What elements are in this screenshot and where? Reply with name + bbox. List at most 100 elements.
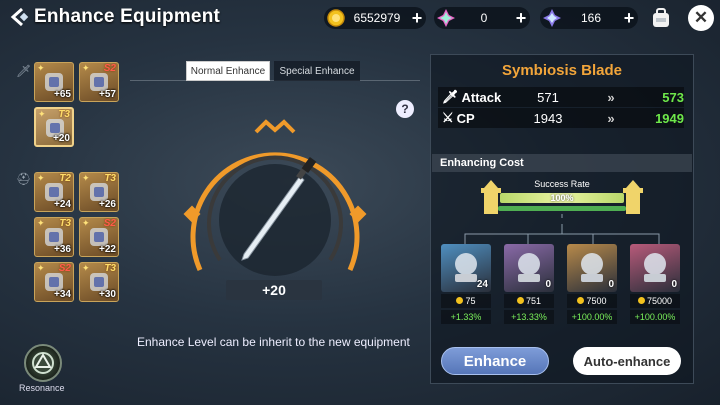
tier-badge: S2 (103, 63, 116, 74)
armor-slot[interactable]: ✦ T3 +30 (79, 262, 119, 302)
tier-badge: T2 (59, 173, 71, 184)
armor-slot[interactable]: ✦ S2 +22 (79, 217, 119, 257)
material-bonus: +100.00% (567, 310, 617, 324)
stat-old-value: 1943 (533, 110, 563, 126)
slot-level: +20 (53, 133, 70, 144)
star-currency: 166 + (540, 7, 638, 29)
success-rate-base (498, 206, 626, 211)
auto-enhance-button[interactable]: Auto-enhance (573, 347, 681, 375)
star-icon: ✦ (37, 218, 45, 228)
material-card[interactable]: 0 751 +13.33% (504, 244, 554, 326)
slot-level: +34 (54, 289, 71, 300)
material-card[interactable]: 0 7500 +100.00% (567, 244, 617, 326)
crystal-amount: 0 (480, 11, 488, 25)
material-bonus: +100.00% (630, 310, 680, 324)
armor-category-icon[interactable]: ⛑ (16, 172, 31, 186)
slot-level: +57 (99, 89, 116, 100)
weapon-slot[interactable]: ✦ T3 +20 (34, 107, 74, 147)
page-title: Enhance Equipment (34, 6, 221, 27)
success-rate-label: Success Rate (534, 179, 590, 189)
stat-row-cp: ⚔ CP 1943 » 1949 (438, 108, 684, 128)
star-icon: ✦ (37, 263, 45, 273)
armor-slot[interactable]: ✦ T2 +24 (34, 172, 74, 212)
item-name: Symbiosis Blade (501, 62, 623, 79)
material-count: 0 (545, 279, 551, 290)
tab-normal-enhance[interactable]: Normal Enhance (186, 61, 270, 81)
gold-coin-icon (637, 297, 645, 304)
stat-old-value: 571 (537, 89, 559, 105)
weapon-slot[interactable]: ✦ +65 (34, 62, 74, 102)
material-count: 0 (671, 279, 677, 290)
slot-level: +24 (54, 199, 71, 210)
gold-coin-icon (577, 297, 585, 304)
gold-coin-icon (327, 9, 345, 27)
slot-level: +36 (54, 244, 71, 255)
star-icon: ✦ (38, 109, 46, 119)
armor-slot[interactable]: ✦ T3 +36 (34, 217, 74, 257)
cost-connector-lines (464, 224, 660, 244)
bag-icon[interactable] (648, 5, 674, 31)
material-card[interactable]: 24 75 +1.33% (441, 244, 491, 326)
crystal-currency: 0 + (434, 7, 530, 29)
material-price: 75 (465, 296, 476, 306)
add-gold-button[interactable]: + (408, 9, 426, 27)
weapon-slot[interactable]: ✦ S2 +57 (79, 62, 119, 102)
double-arrow-icon: » (607, 110, 615, 126)
stat-row-attack: 🗡 Attack 571 » 573 (438, 87, 684, 107)
stat-new-value: 1949 (655, 110, 684, 126)
add-star-button[interactable]: + (620, 9, 638, 27)
star-icon: ✦ (37, 63, 45, 73)
star-icon: ✦ (82, 63, 90, 73)
tab-special-enhance[interactable]: Special Enhance (274, 61, 360, 81)
stat-name: Attack (461, 89, 502, 105)
resonance-button[interactable] (24, 344, 62, 382)
cp-icon: ⚔ (442, 110, 454, 125)
material-price: 751 (525, 296, 542, 306)
close-icon: ✕ (693, 8, 709, 27)
slot-level: +26 (99, 199, 116, 210)
tier-badge: T3 (104, 173, 116, 184)
weapon-category-icon[interactable]: 🗡 (16, 64, 31, 78)
gold-currency: 6552979 + (324, 7, 426, 29)
star-icon: ✦ (37, 173, 45, 183)
tier-badge: T3 (59, 218, 71, 229)
inherit-note: Enhance Level can be inherit to the new … (137, 335, 410, 349)
material-count: 24 (476, 279, 488, 290)
gold-coin-icon (456, 297, 464, 304)
star-icon: ✦ (82, 263, 90, 273)
armor-slot[interactable]: ✦ T3 +26 (79, 172, 119, 212)
star-gem-icon (543, 9, 561, 27)
stat-new-value: 573 (662, 89, 684, 105)
tier-badge: T3 (58, 109, 70, 120)
tier-badge: T3 (104, 263, 116, 274)
star-icon: ✦ (82, 218, 90, 228)
star-amount: 166 (580, 11, 602, 25)
material-bonus: +1.33% (441, 310, 491, 324)
help-button[interactable]: ? (396, 100, 414, 118)
add-crystal-button[interactable]: + (512, 9, 530, 27)
double-arrow-icon: » (607, 89, 615, 105)
sword-stat-icon: 🗡 (442, 89, 459, 104)
armor-slot[interactable]: ✦ S2 +34 (34, 262, 74, 302)
star-icon: ✦ (82, 173, 90, 183)
slot-level: +22 (99, 244, 116, 255)
slot-level: +65 (54, 89, 71, 100)
stat-name: CP (456, 110, 475, 126)
success-rate-bar: 100% (500, 193, 624, 203)
enhance-dial (183, 119, 367, 276)
material-card[interactable]: 0 75000 +100.00% (630, 244, 680, 326)
resonance-icon (32, 352, 54, 374)
gold-amount: 6552979 (353, 11, 401, 25)
crystal-icon (437, 9, 455, 27)
gold-coin-icon (516, 297, 524, 304)
material-count: 0 (608, 279, 614, 290)
back-icon[interactable] (8, 6, 30, 28)
resonance-label: Resonance (19, 383, 65, 393)
material-price: 7500 (586, 296, 607, 306)
slot-level: +30 (99, 289, 116, 300)
enhance-button[interactable]: Enhance (441, 347, 549, 375)
tier-badge: S2 (58, 263, 71, 274)
close-button[interactable]: ✕ (688, 5, 714, 31)
material-price: 75000 (646, 296, 673, 306)
enhance-level-plate: +20 (226, 280, 322, 300)
